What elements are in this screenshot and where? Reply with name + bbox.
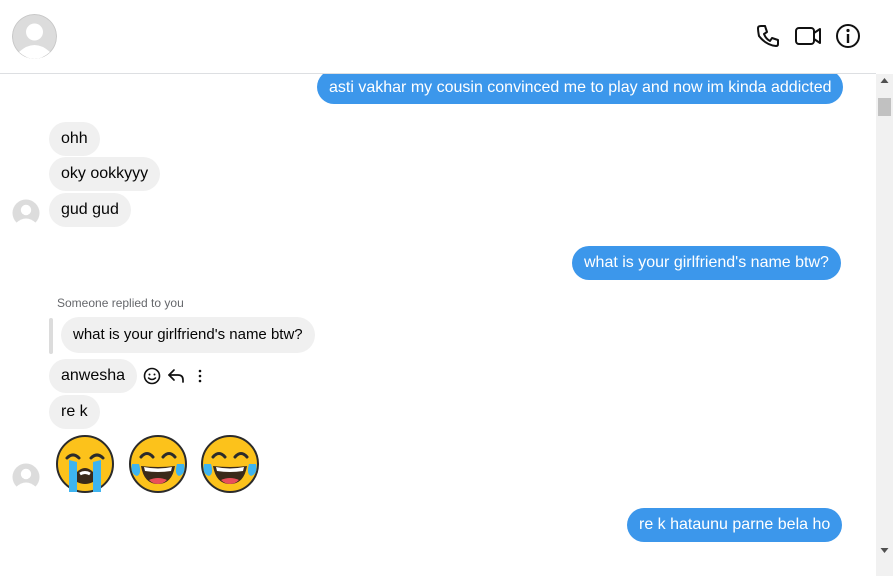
message-incoming[interactable]: anwesha [49, 359, 138, 393]
message-incoming[interactable]: re k [49, 395, 100, 429]
scroll-up-arrow-icon[interactable] [880, 76, 889, 85]
scrollbar-thumb[interactable] [878, 98, 891, 116]
scroll-down-arrow-icon[interactable] [880, 546, 889, 555]
reply-indicator-bar [49, 318, 53, 354]
face-with-tears-of-joy-icon[interactable] [128, 434, 188, 494]
sender-avatar[interactable] [12, 199, 40, 227]
message-list: asti vakhar my cousin convinced me to pl… [0, 74, 876, 576]
info-icon[interactable] [834, 22, 862, 50]
face-with-tears-of-joy-icon[interactable] [200, 434, 260, 494]
scrollbar[interactable] [876, 74, 893, 576]
quoted-message[interactable]: what is your girlfriend's name btw? [61, 317, 315, 353]
phone-icon[interactable] [754, 22, 782, 50]
message-incoming[interactable]: ohh [49, 122, 100, 156]
message-outgoing[interactable]: re k hataunu parne bela ho [627, 508, 843, 542]
loudly-crying-face-icon[interactable] [55, 434, 115, 494]
video-camera-icon[interactable] [794, 22, 822, 50]
react-icon[interactable] [142, 366, 162, 386]
chat-header [0, 0, 876, 74]
message-incoming[interactable]: oky ookkyyy [49, 157, 161, 191]
reply-note: Someone replied to you [57, 296, 184, 310]
more-options-icon[interactable] [190, 366, 210, 386]
contact-avatar[interactable] [12, 14, 57, 59]
reply-icon[interactable] [166, 366, 186, 386]
message-outgoing[interactable]: what is your girlfriend's name btw? [572, 246, 841, 280]
message-incoming[interactable]: gud gud [49, 193, 131, 227]
message-outgoing[interactable]: asti vakhar my cousin convinced me to pl… [317, 74, 844, 104]
sender-avatar[interactable] [12, 463, 40, 491]
